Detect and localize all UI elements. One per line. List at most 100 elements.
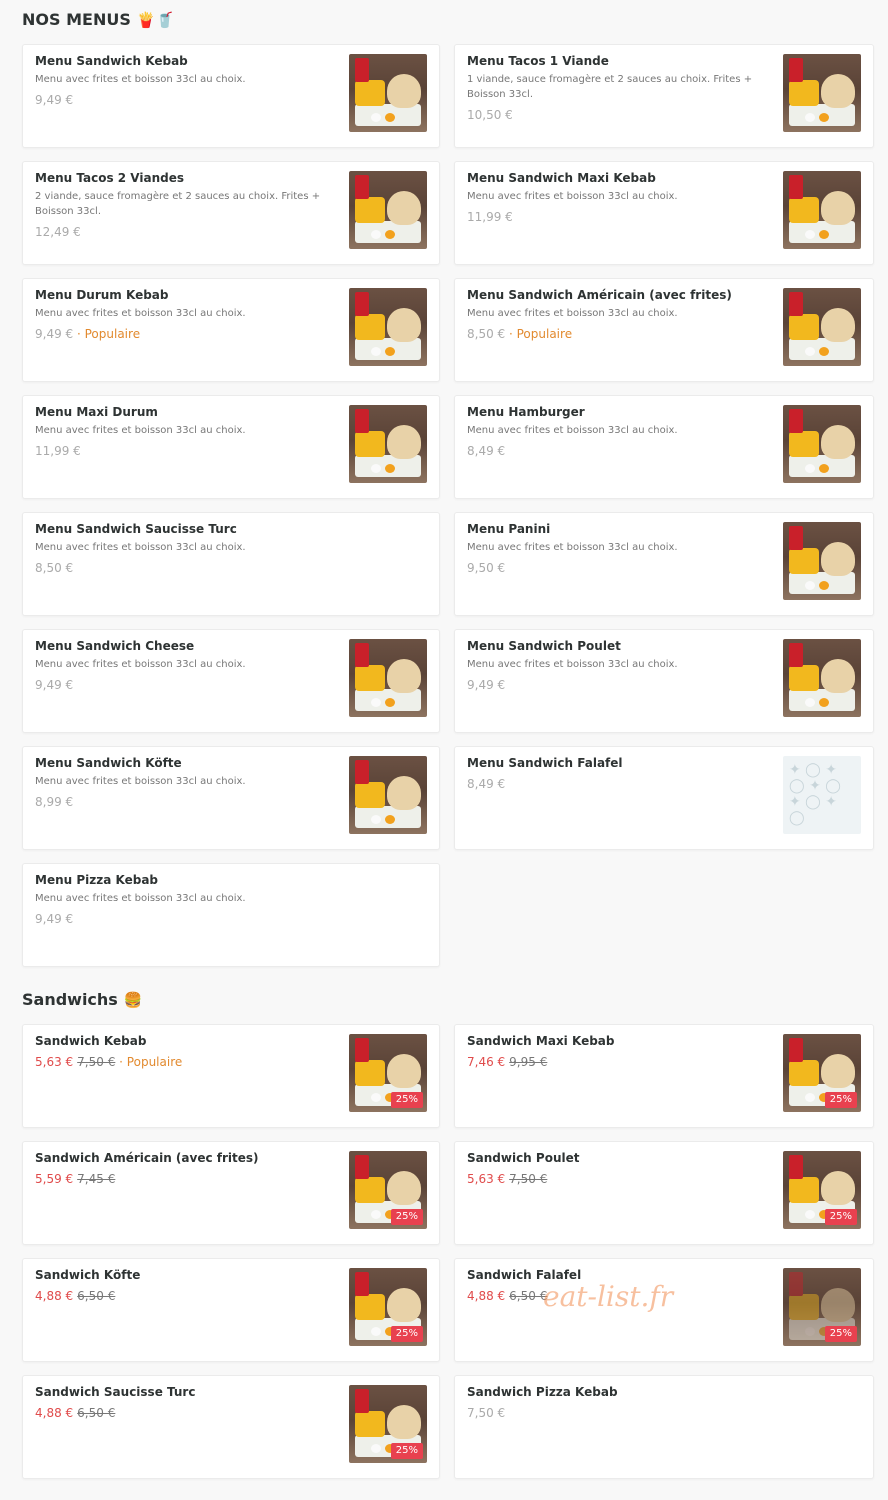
original-price: 6,50 € [77, 1406, 116, 1420]
item-price: 9,49 € [35, 93, 74, 107]
food-image[interactable] [783, 54, 861, 132]
menu-item-card[interactable]: Menu Sandwich Kebab Menu avec frites et b… [22, 44, 440, 148]
item-price-line: 7,50 € [467, 1405, 861, 1421]
popular-label: · Populaire [115, 1055, 183, 1069]
discounted-price: 5,63 € [467, 1172, 506, 1186]
food-image[interactable] [349, 288, 427, 366]
food-image[interactable] [349, 54, 427, 132]
item-description: 2 viande, sauce fromagère et 2 sauces au… [35, 191, 321, 217]
menu-item-card[interactable]: Menu Sandwich Cheese Menu avec frites et … [22, 629, 440, 733]
item-price-line: 9,49 € [35, 911, 427, 927]
item-description: 1 viande, sauce fromagère et 2 sauces au… [467, 74, 753, 100]
food-image[interactable] [349, 405, 427, 483]
food-image[interactable]: 25% [349, 1034, 427, 1112]
menu-item-card[interactable]: Menu Sandwich Américain (avec frites) Men… [454, 278, 874, 382]
menu-item-card[interactable]: Menu Tacos 1 Viande 1 viande, sauce froma… [454, 44, 874, 148]
item-price: 8,49 € [467, 444, 506, 458]
item-price: 9,49 € [35, 678, 74, 692]
food-image[interactable] [783, 288, 861, 366]
item-name: Menu Sandwich Kebab [35, 54, 188, 68]
food-image[interactable] [349, 171, 427, 249]
item-price: 8,50 € [467, 327, 506, 341]
discount-badge: 25% [390, 1443, 423, 1459]
food-image[interactable]: 25% [783, 1268, 861, 1346]
item-name: Sandwich Saucisse Turc [35, 1385, 196, 1399]
food-image[interactable] [783, 639, 861, 717]
item-price: 7,50 € [467, 1406, 506, 1420]
food-image[interactable] [349, 756, 427, 834]
food-image[interactable]: 25% [349, 1268, 427, 1346]
item-price-line: 5,63 €7,50 € [467, 1171, 769, 1187]
item-description: Menu avec frites et boisson 33cl au choi… [467, 308, 678, 319]
food-image[interactable]: 25% [349, 1151, 427, 1229]
menu-item-card[interactable]: Menu Hamburger Menu avec frites et boisso… [454, 395, 874, 499]
item-description: Menu avec frites et boisson 33cl au choi… [35, 542, 246, 553]
original-price: 7,45 € [77, 1172, 116, 1186]
food-image[interactable]: 25% [349, 1385, 427, 1463]
item-price: 10,50 € [467, 108, 513, 122]
menu-item-card[interactable]: Menu Panini Menu avec frites et boisson 3… [454, 512, 874, 616]
popular-label: · Populaire [73, 327, 141, 341]
item-price-line: 12,49 € [35, 224, 335, 240]
sandwich-item-card[interactable]: Sandwich Maxi Kebab 7,46 €9,95 € 25% [454, 1024, 874, 1128]
menu-item-card[interactable]: Menu Sandwich Köfte Menu avec frites et b… [22, 746, 440, 850]
item-description: Menu avec frites et boisson 33cl au choi… [467, 425, 678, 436]
item-name: Menu Sandwich Maxi Kebab [467, 171, 656, 185]
menu-item-card[interactable]: Menu Sandwich Falafel 8,49 € ✦ ◯ ✦ ◯ ✦ ◯ ✦… [454, 746, 874, 850]
discounted-price: 5,59 € [35, 1172, 74, 1186]
item-description: Menu avec frites et boisson 33cl au choi… [35, 425, 246, 436]
item-description: Menu avec frites et boisson 33cl au choi… [467, 191, 678, 202]
section-title-menus-text: NOS MENUS [22, 10, 131, 29]
item-name: Sandwich Poulet [467, 1151, 580, 1165]
sandwich-item-card[interactable]: Sandwich Köfte 4,88 €6,50 € 25% [22, 1258, 440, 1362]
item-price-line: 9,50 € [467, 560, 769, 576]
discount-badge: 25% [390, 1326, 423, 1342]
item-price: 8,99 € [35, 795, 74, 809]
sandwich-item-card[interactable]: Sandwich Pizza Kebab 7,50 € [454, 1375, 874, 1479]
item-name: Menu Sandwich Köfte [35, 756, 182, 770]
item-name: Sandwich Américain (avec frites) [35, 1151, 259, 1165]
item-description: Menu avec frites et boisson 33cl au choi… [35, 659, 246, 670]
sandwich-item-card[interactable]: Sandwich Américain (avec frites) 5,59 €7,… [22, 1141, 440, 1245]
menu-item-card[interactable]: Menu Durum Kebab Menu avec frites et bois… [22, 278, 440, 382]
food-image[interactable] [783, 171, 861, 249]
menu-item-card[interactable]: Menu Pizza Kebab Menu avec frites et bois… [22, 863, 440, 967]
food-image[interactable] [783, 522, 861, 600]
menu-item-card[interactable]: Menu Sandwich Saucisse Turc Menu avec fri… [22, 512, 440, 616]
sandwich-item-card[interactable]: Sandwich Saucisse Turc 4,88 €6,50 € 25% [22, 1375, 440, 1479]
item-price-line: 11,99 € [467, 209, 769, 225]
food-image[interactable] [783, 405, 861, 483]
section-title-sandwichs: Sandwichs 🍔 [22, 990, 143, 1009]
menu-item-card[interactable]: Menu Sandwich Poulet Menu avec frites et … [454, 629, 874, 733]
sandwichs-grid: Sandwich Kebab 5,63 €7,50 € · Populaire 25… [22, 1024, 874, 1479]
item-description: Menu avec frites et boisson 33cl au choi… [35, 776, 246, 787]
discounted-price: 4,88 € [35, 1289, 74, 1303]
item-name: Menu Pizza Kebab [35, 873, 158, 887]
food-image[interactable] [349, 639, 427, 717]
item-name: Menu Tacos 2 Viandes [35, 171, 184, 185]
discount-badge: 25% [824, 1092, 857, 1108]
sandwich-item-card[interactable]: Sandwich Kebab 5,63 €7,50 € · Populaire 25… [22, 1024, 440, 1128]
item-price-line: 4,88 €6,50 € [35, 1405, 335, 1421]
item-description: Menu avec frites et boisson 33cl au choi… [35, 308, 246, 319]
menu-item-card[interactable]: Menu Sandwich Maxi Kebab Menu avec frites… [454, 161, 874, 265]
original-price: 6,50 € [77, 1289, 116, 1303]
placeholder-image: ✦ ◯ ✦ ◯ ✦ ◯ ✦ ◯ ✦ ◯ [783, 756, 861, 834]
menu-item-card[interactable]: Menu Maxi Durum Menu avec frites et boiss… [22, 395, 440, 499]
discounted-price: 4,88 € [467, 1289, 506, 1303]
menu-item-card[interactable]: Menu Tacos 2 Viandes 2 viande, sauce from… [22, 161, 440, 265]
discount-badge: 25% [390, 1092, 423, 1108]
food-image[interactable]: 25% [783, 1151, 861, 1229]
original-price: 9,95 € [509, 1055, 548, 1069]
item-name: Menu Sandwich Saucisse Turc [35, 522, 237, 536]
sandwich-item-card[interactable]: Sandwich Poulet 5,63 €7,50 € 25% [454, 1141, 874, 1245]
item-price: 9,49 € [35, 327, 74, 341]
food-image[interactable]: 25% [783, 1034, 861, 1112]
item-name: Menu Tacos 1 Viande [467, 54, 609, 68]
item-description: Menu avec frites et boisson 33cl au choi… [467, 542, 678, 553]
item-price-line: 8,49 € [467, 443, 769, 459]
item-description: Menu avec frites et boisson 33cl au choi… [35, 893, 246, 904]
item-price-line: 5,63 €7,50 € · Populaire [35, 1054, 335, 1070]
section-title-menus: NOS MENUS 🍟🥤 [22, 10, 174, 29]
fries-drink-icon: 🍟🥤 [136, 10, 175, 29]
